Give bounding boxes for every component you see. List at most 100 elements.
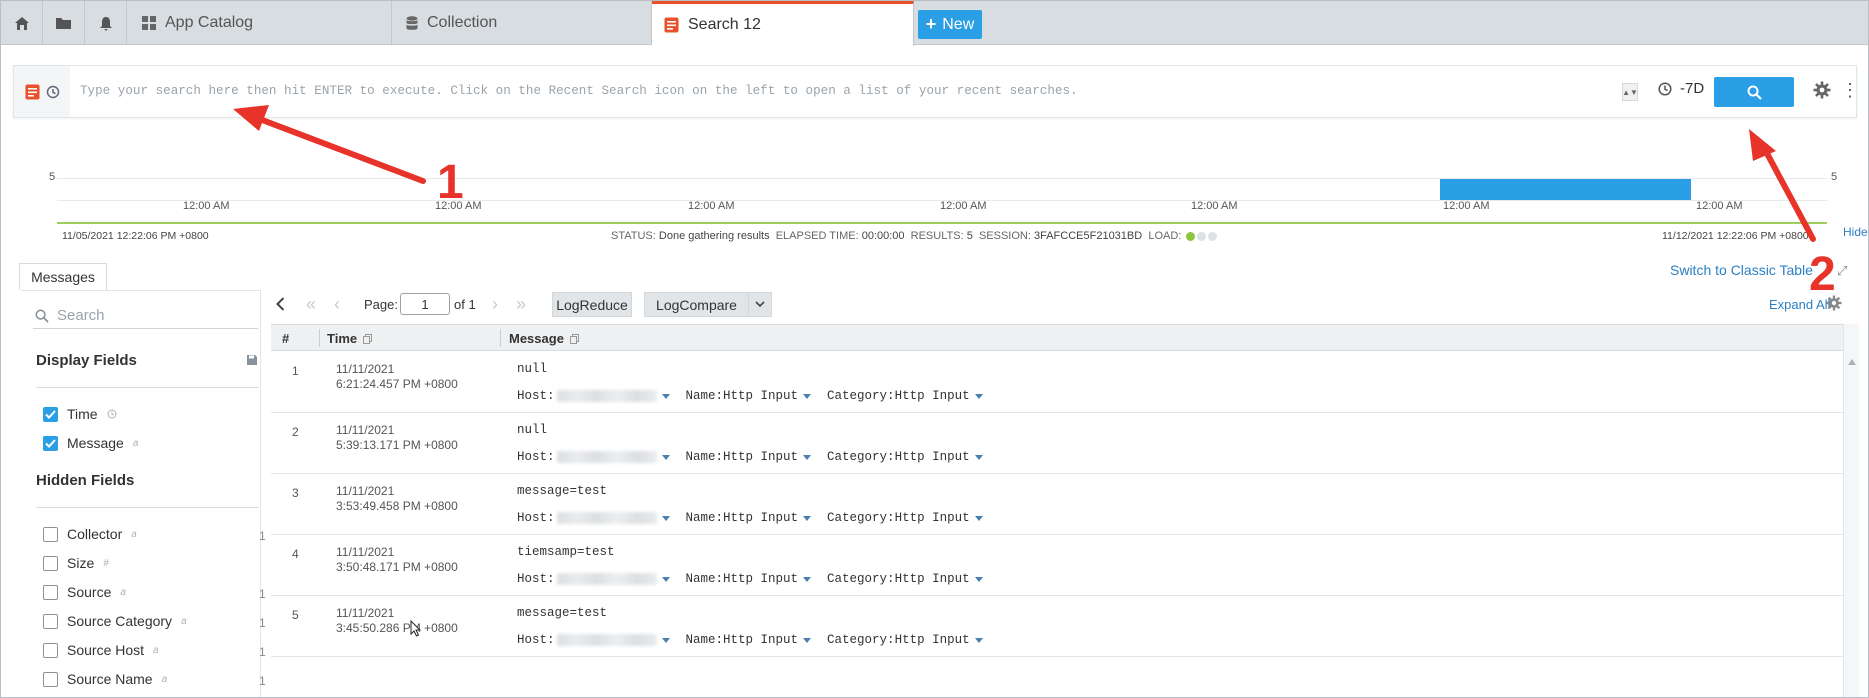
page-input[interactable]: 1 [400,293,450,315]
recent-search-icon[interactable] [46,85,60,99]
checkbox[interactable] [43,671,58,687]
display-field-time[interactable]: Time [43,406,117,422]
hidden-field-size[interactable]: Size # [43,555,109,571]
checkbox[interactable] [43,613,58,629]
row-message: null [517,423,548,437]
hidden-field-source-host[interactable]: Source Host a [43,642,159,658]
query-height-toggle[interactable]: ▲▼ [1622,83,1638,101]
row-time: 11/11/2021 3:50:48.171 PM +0800 [336,545,458,575]
divider [36,507,258,508]
category-menu-caret[interactable] [974,393,983,399]
query-doc-icon[interactable] [25,84,40,100]
host-menu-caret[interactable] [661,454,670,460]
table-row[interactable]: 1 11/11/2021 6:21:24.457 PM +0800 null Ho… [271,352,1843,413]
more-options-icon[interactable]: ⋮ [1841,81,1859,99]
time-range-picker[interactable]: -7D [1658,80,1704,97]
host-label: Host: [517,633,555,647]
column-title: Time [327,331,358,346]
name-value: Http Input [723,572,799,586]
prev-page-icon[interactable]: ‹ [334,294,340,315]
next-page-icon[interactable]: › [492,294,498,315]
settings-gear-icon[interactable] [1813,81,1831,99]
home-tab[interactable] [1,1,43,45]
tab-collection[interactable]: Collection [392,1,652,45]
hidden-field-source-category[interactable]: Source Category a [43,613,187,629]
field-type: a [131,528,137,540]
new-label: New [942,15,975,33]
display-field-message[interactable]: Message a [43,435,138,451]
hidden-field-collector[interactable]: Collector a [43,526,137,542]
category-label: Category: [827,633,895,647]
fullscreen-icon[interactable]: ⤢ [1837,263,1847,279]
scroll-up-icon[interactable] [1848,359,1856,365]
first-page-icon[interactable]: « [306,294,316,315]
switch-classic-table-link[interactable]: Switch to Classic Table [1670,262,1813,278]
checkbox[interactable] [43,584,58,600]
search-input[interactable]: Type your search here then hit ENTER to … [80,84,1078,98]
hide-histogram-link[interactable]: Hide [1843,225,1868,239]
category-menu-caret[interactable] [974,454,983,460]
page-forward-controls: › » [492,294,526,315]
status-value: Done gathering results [658,230,770,242]
checkbox-checked[interactable] [43,435,58,451]
host-menu-caret[interactable] [661,637,670,643]
row-number: 2 [292,425,299,439]
name-value: Http Input [723,450,799,464]
category-value: Http Input [894,450,970,464]
save-icon[interactable] [246,354,258,366]
name-menu-caret[interactable] [803,576,812,582]
column-title: Message [509,331,564,346]
checkbox[interactable] [43,642,58,658]
logcompare-button[interactable]: LogCompare [644,292,748,317]
hidden-field-source-name[interactable]: Source Name a [43,671,167,687]
name-menu-caret[interactable] [803,393,812,399]
alerts-tab[interactable] [85,1,127,45]
collapse-panel-icon[interactable] [270,293,290,315]
checkbox-checked[interactable] [43,406,58,422]
category-menu-caret[interactable] [974,576,983,582]
table-row[interactable]: 4 11/11/2021 3:50:48.171 PM +0800 tiemsam… [271,535,1843,596]
name-menu-caret[interactable] [803,637,812,643]
host-menu-caret[interactable] [661,515,670,521]
copy-icon[interactable] [363,333,373,344]
column-header-message[interactable]: Message [509,331,579,346]
folder-icon [56,18,71,29]
hidden-field-source[interactable]: Source a [43,584,126,600]
table-row[interactable]: 3 11/11/2021 3:53:49.458 PM +0800 message… [271,474,1843,535]
table-row[interactable]: 5 11/11/2021 3:45:50.286 PM +0800 message… [271,596,1843,657]
copy-icon[interactable] [569,333,579,344]
table-row[interactable]: 2 11/11/2021 5:39:13.171 PM +0800 null Ho… [271,413,1843,474]
name-menu-caret[interactable] [803,454,812,460]
clock-icon [107,409,117,419]
histogram-bar[interactable] [1440,179,1691,200]
results-scrollbar[interactable] [1843,324,1859,697]
host-menu-caret[interactable] [661,393,670,399]
library-tab[interactable] [43,1,85,45]
page-back-controls: « ‹ [306,294,340,315]
field-name: Source Name [67,671,153,687]
name-menu-caret[interactable] [803,515,812,521]
row-message: null [517,362,548,376]
new-button[interactable]: + New [918,10,982,39]
x-tick-label: 12:00 AM [183,200,230,212]
checkbox[interactable] [43,555,58,571]
tab-app-catalog[interactable]: App Catalog [128,1,392,45]
tab-search[interactable]: Search 12 [652,1,914,46]
category-label: Category: [827,572,895,586]
logcompare-dropdown[interactable] [748,292,772,317]
logreduce-button[interactable]: LogReduce [552,292,632,317]
tab-label: App Catalog [165,14,254,31]
column-divider[interactable] [319,329,320,347]
category-menu-caret[interactable] [974,515,983,521]
checkbox[interactable] [43,526,58,542]
histogram: 5 5 12:00 AM 12:00 AM 12:00 AM 12:00 AM … [13,151,1868,247]
category-menu-caret[interactable] [974,637,983,643]
column-header-time[interactable]: Time [327,331,373,346]
tab-messages[interactable]: Messages [19,263,107,290]
search-button[interactable] [1714,77,1794,107]
host-menu-caret[interactable] [661,576,670,582]
column-divider[interactable] [500,329,501,347]
field-search-input[interactable]: Search [33,303,258,329]
row-message: message=test [517,606,608,620]
last-page-icon[interactable]: » [516,294,526,315]
